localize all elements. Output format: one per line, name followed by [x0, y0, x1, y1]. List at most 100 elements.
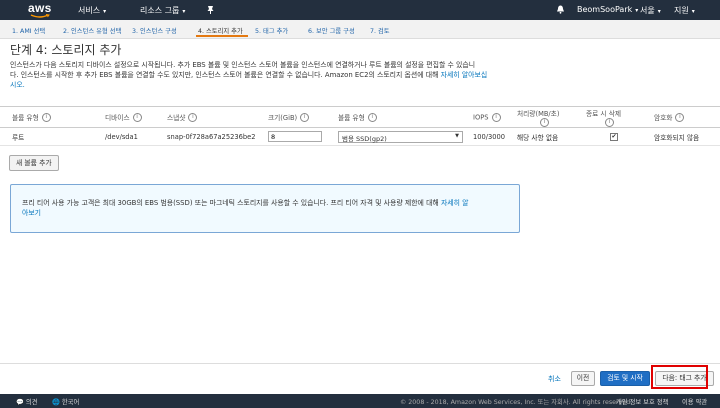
intro-line-2-text: 다. 인스턴스를 시작한 후 추가 EBS 볼륨을 연결할 수도 있지만, 인스…	[10, 71, 441, 79]
chevron-down-icon: ▾	[635, 7, 639, 14]
account-name: BeomSooPark	[577, 5, 633, 14]
header-volume-type: 볼륨 유형 i	[0, 106, 105, 128]
header-delete-on-termination: 종료 시 삭제 i	[586, 106, 645, 128]
copyright-text: © 2008 - 2018, Amazon Web Services, Inc.…	[400, 399, 633, 406]
aws-smile-icon	[30, 14, 50, 18]
free-tier-learn-more-link[interactable]: 자세히 알	[441, 199, 469, 207]
services-menu[interactable]: 서비스 ▾	[78, 5, 106, 16]
step-add-storage[interactable]: 4. 스토리지 추가	[198, 26, 243, 35]
aws-logo[interactable]: aws	[28, 1, 58, 19]
header-snapshot-label: 스냅샷	[167, 113, 186, 122]
cell-snapshot: snap-0f728a67a25236be2	[167, 127, 268, 146]
cell-volume-kind: 범용 SSD(gp2) ▼	[338, 127, 473, 146]
language-label: 한국어	[61, 399, 80, 406]
services-label: 서비스	[78, 6, 101, 15]
cell-delete-on-termination: ✔	[586, 127, 645, 146]
free-tier-info-text: 프리 티어 사용 가능 고객은 최대 30GB의 EBS 범용(SSD) 또는 …	[22, 198, 512, 218]
feedback-label: 의견	[25, 399, 38, 406]
info-icon[interactable]: i	[132, 113, 142, 123]
free-tier-text: 프리 티어 사용 가능 고객은 최대 30GB의 EBS 범용(SSD) 또는 …	[22, 199, 441, 207]
learn-more-link[interactable]: 자세히 알아보십	[441, 71, 488, 79]
header-throughput-label: 처리량(MB/초)	[517, 109, 560, 118]
step-add-tags[interactable]: 5. 태그 추가	[255, 26, 288, 35]
volume-type-selected: 범용 SSD(gp2)	[342, 134, 387, 143]
info-icon[interactable]: i	[605, 117, 614, 127]
header-device-label: 디바이스	[105, 113, 130, 122]
wizard-actions: 취소 이전 검토 및 시작 다음: 태그 추가	[0, 363, 720, 394]
cell-volume-type: 루트	[0, 127, 105, 146]
chevron-down-icon: ▾	[657, 8, 661, 15]
free-tier-info-box: 프리 티어 사용 가능 고객은 최대 30GB의 EBS 범용(SSD) 또는 …	[10, 184, 520, 233]
info-icon[interactable]: i	[675, 113, 685, 123]
header-size-label: 크기(GiB)	[268, 113, 298, 122]
info-icon[interactable]: i	[367, 113, 377, 123]
review-and-launch-button[interactable]: 검토 및 시작	[600, 371, 650, 386]
support-label: 지원	[674, 6, 689, 15]
header-snapshot: 스냅샷 i	[167, 106, 268, 128]
pin-icon[interactable]	[206, 5, 215, 16]
resource-groups-menu[interactable]: 리소스 그룹 ▾	[140, 5, 185, 16]
intro-line-1: 인스턴스가 다음 스토리지 디바이스 설정으로 시작됩니다. 추가 EBS 볼륨…	[10, 61, 476, 69]
highlight-box	[651, 365, 708, 389]
volume-type-select[interactable]: 범용 SSD(gp2) ▼	[338, 130, 463, 143]
header-encryption: 암호화 i	[645, 106, 720, 128]
intro-line-2: 다. 인스턴스를 시작한 후 추가 EBS 볼륨을 연결할 수도 있지만, 인스…	[10, 70, 535, 80]
account-menu[interactable]: BeomSooPark ▾	[577, 5, 638, 14]
dropdown-arrow-icon: ▼	[455, 132, 459, 139]
cell-iops: 100/3000	[473, 127, 517, 146]
bell-icon[interactable]	[556, 5, 565, 16]
cancel-link[interactable]: 취소	[548, 374, 561, 384]
resource-groups-label: 리소스 그룹	[140, 6, 180, 15]
header-throughput: 처리량(MB/초) i	[517, 106, 586, 128]
size-input[interactable]	[268, 131, 322, 142]
step-configure-instance[interactable]: 3. 인스턴스 구성	[132, 26, 177, 35]
header-encryption-label: 암호화	[654, 113, 673, 122]
add-new-volume-button[interactable]: 새 볼륨 추가	[9, 155, 59, 171]
cell-device: /dev/sda1	[105, 127, 167, 146]
cell-size	[268, 127, 338, 146]
step-review[interactable]: 7. 검토	[370, 26, 390, 35]
info-icon[interactable]: i	[540, 117, 549, 127]
header-iops: IOPS i	[473, 106, 517, 128]
region-label: 서울	[640, 6, 655, 15]
table-header-row: 볼륨 유형 i 디바이스 i 스냅샷 i 크기(GiB) i 볼륨 유형 i IOPS i …	[0, 106, 720, 128]
active-step-indicator	[196, 35, 248, 37]
top-navigation-bar: aws 서비스 ▾ 리소스 그룹 ▾ BeomSooPark ▾ 서울 ▾ 지원 ▾	[0, 0, 720, 20]
header-delete-label: 종료 시 삭제	[586, 109, 622, 118]
info-icon[interactable]: i	[491, 112, 501, 122]
bottom-bar: 💬 의견 🌐 한국어 © 2008 - 2018, Amazon Web Ser…	[0, 394, 720, 408]
language-selector[interactable]: 🌐 한국어	[52, 397, 79, 406]
chevron-down-icon: ▾	[103, 8, 107, 15]
feedback-button[interactable]: 💬 의견	[16, 397, 37, 406]
previous-button[interactable]: 이전	[571, 371, 595, 386]
chevron-down-icon: ▾	[691, 8, 695, 15]
header-volume-kind: 볼륨 유형 i	[338, 106, 473, 128]
chevron-down-icon: ▾	[182, 8, 186, 15]
region-menu[interactable]: 서울 ▾	[640, 5, 661, 16]
cell-throughput: 해당 사항 없음	[517, 127, 586, 146]
terms-of-use-link[interactable]: 이용 약관	[682, 397, 707, 406]
support-menu[interactable]: 지원 ▾	[674, 5, 695, 16]
header-device: 디바이스 i	[105, 106, 167, 128]
header-volume-type-label: 볼륨 유형	[12, 113, 39, 122]
info-icon[interactable]: i	[41, 113, 51, 123]
step-configure-security-group[interactable]: 6. 보안 그룹 구성	[308, 26, 355, 35]
header-volume-kind-label: 볼륨 유형	[338, 113, 365, 122]
chat-bubble-icon: 💬	[16, 399, 24, 406]
learn-more-link-cont[interactable]: 시오.	[10, 80, 535, 90]
step-choose-instance-type[interactable]: 2. 인스턴스 유형 선택	[63, 26, 121, 35]
storage-table: 볼륨 유형 i 디바이스 i 스냅샷 i 크기(GiB) i 볼륨 유형 i IOPS i …	[0, 106, 720, 146]
intro-text: 인스턴스가 다음 스토리지 디바이스 설정으로 시작됩니다. 추가 EBS 볼륨…	[10, 60, 535, 90]
wizard-steps: 1. AMI 선택 2. 인스턴스 유형 선택 3. 인스턴스 구성 4. 스토…	[0, 20, 720, 39]
info-icon[interactable]: i	[188, 113, 198, 123]
header-iops-label: IOPS	[473, 113, 489, 121]
privacy-policy-link[interactable]: 개인 정보 보호 정책	[616, 397, 668, 406]
info-icon[interactable]: i	[300, 113, 310, 123]
aws-logo-text: aws	[28, 1, 52, 15]
page-title: 단계 4: 스토리지 추가	[10, 43, 122, 57]
step-choose-ami[interactable]: 1. AMI 선택	[12, 26, 45, 35]
cell-encryption: 암호화되지 않음	[645, 127, 720, 146]
free-tier-learn-more-link-cont[interactable]: 아보기	[22, 209, 41, 217]
delete-on-termination-checkbox[interactable]: ✔	[610, 133, 618, 141]
header-size: 크기(GiB) i	[268, 106, 338, 128]
